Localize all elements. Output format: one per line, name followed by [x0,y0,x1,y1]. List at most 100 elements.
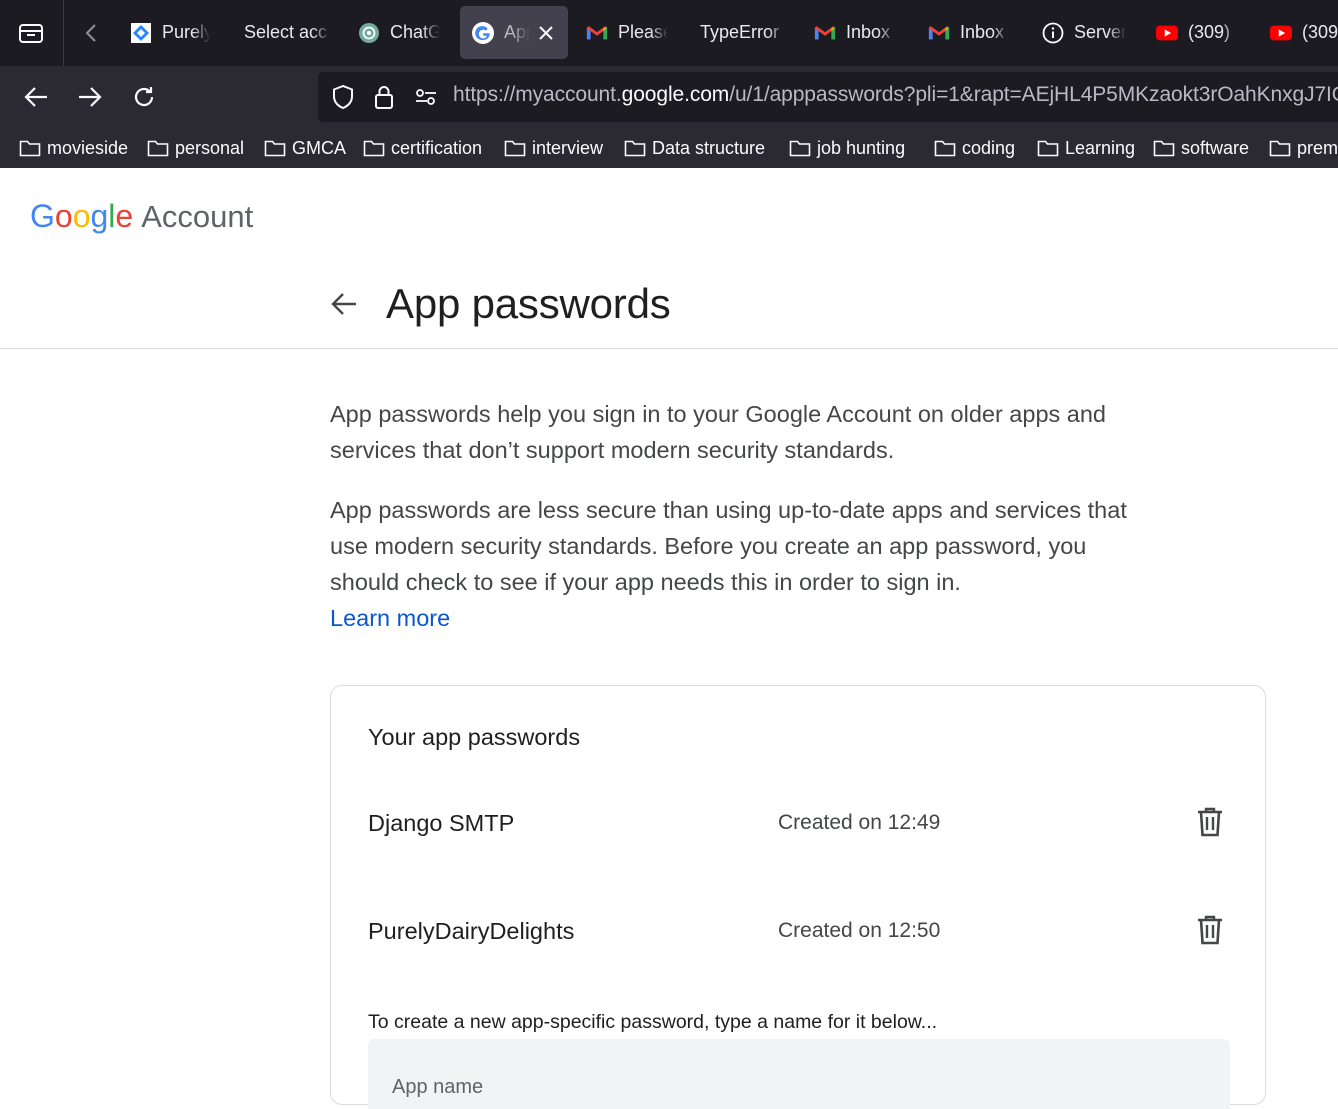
tab-title: Select acc [244,22,330,43]
app-password-created: Created on 12:49 [778,811,941,834]
trash-icon [1198,915,1222,945]
back-button[interactable] [18,79,54,115]
bookmark-folder[interactable]: certification [363,135,482,161]
url-path: /u/1/apppasswords?pli=1&rapt=AEjHL4P5MKz… [729,83,1338,106]
arrow-right-icon [79,87,102,107]
bookmark-folder[interactable]: software [1153,135,1249,161]
bookmarks-bar: movieside personal GMCA certification in… [0,128,1338,168]
folder-icon [19,140,41,157]
learn-more-link[interactable]: Learn more [330,605,450,631]
tab-1[interactable]: Select acc [232,6,344,59]
trash-icon [1198,807,1222,837]
tab-4[interactable]: Please [574,6,686,59]
gmail-icon [586,22,608,44]
tab-title: (309 [1302,22,1338,43]
folder-icon [504,140,526,157]
tab-0[interactable]: Purely [118,6,230,59]
tab-overview-button[interactable] [0,0,62,66]
bookmark-label: Learning [1065,137,1136,158]
bookmark-label: coding [962,137,1016,158]
google-wordmark: Google [30,198,133,235]
info-circle-icon [1042,22,1064,44]
bookmark-label: prem [1297,137,1338,158]
folder-icon [624,140,646,157]
google-g-icon [472,21,494,44]
tab-7[interactable]: Inbox [916,6,1028,59]
bookmark-label: job hunting [817,137,906,158]
page-content: Google Account App passwords App passwor… [0,168,1338,1109]
logo-letter: o [54,198,73,234]
tab-title: TypeError [700,22,786,43]
gmail-icon [928,22,950,44]
tab-10[interactable]: (309 [1258,6,1338,59]
delete-password-button[interactable] [1196,914,1224,946]
app-password-created: Created on 12:50 [778,919,941,942]
folder-icon [934,140,956,157]
intro-paragraph: App passwords help you sign in to your G… [330,401,1107,463]
bookmark-label: Data structure [652,137,766,158]
tab-overview-icon [19,24,43,43]
tab-6[interactable]: Inbox [802,6,914,59]
folder-icon [1037,140,1059,157]
browser-chrome: Purely Select acc ChatG App Please TypeE… [0,0,1338,168]
tab-title: Purely [162,22,210,43]
app-password-name: PurelyDairyDelights [368,918,575,944]
url-domain: google.com [621,83,730,106]
bookmark-folder[interactable]: personal [147,135,244,161]
bookmark-label: personal [175,137,245,158]
app-password-row: Django SMTP Created on 12:49 [368,804,1238,844]
reload-icon [134,87,154,107]
tab-8[interactable]: Server [1030,6,1142,59]
bookmark-folder[interactable]: job hunting [789,135,905,161]
tab-title: ChatG [390,22,440,43]
forward-button[interactable] [72,79,108,115]
back-arrow-icon[interactable] [330,290,358,318]
shield-icon[interactable] [330,84,356,110]
gmail-icon [814,22,836,44]
warning-paragraph: App passwords are less secure than using… [330,492,1150,636]
jira-blue-diamond-icon [130,22,152,44]
tab-9[interactable]: (309) [1144,6,1256,59]
tab-title: Please [618,22,668,43]
folder-icon [1269,140,1291,157]
lock-icon[interactable] [371,84,397,110]
folder-icon [147,140,169,157]
bookmark-label: GMCA [292,137,346,158]
bookmark-folder[interactable]: Learning [1037,135,1135,161]
card-title: Your app passwords [368,724,581,750]
tab-2[interactable]: ChatG [346,6,458,59]
google-account-logo[interactable]: Google Account [30,198,253,235]
delete-password-button[interactable] [1196,806,1224,838]
tab-5[interactable]: TypeError [688,6,800,59]
tab-title: Server [1074,22,1126,43]
permissions-icon[interactable] [413,84,439,110]
bookmark-folder[interactable]: Data structure [624,135,765,161]
bookmark-folder[interactable]: GMCA [264,135,346,161]
address-bar[interactable]: https://myaccount.google.com/u/1/apppass… [318,72,1338,122]
bookmark-folder[interactable]: interview [504,135,603,161]
app-passwords-card: Your app passwords Django SMTP Created o… [330,685,1266,1109]
tab-title: Inbox [846,22,896,43]
folder-icon [1153,140,1175,157]
scroll-tabs-left-button[interactable] [64,0,118,66]
bookmark-label: certification [391,137,483,158]
logo-letter: g [90,198,109,234]
close-icon [539,25,553,40]
app-password-row: PurelyDairyDelights Created on 12:50 [368,912,1238,952]
navigation-toolbar: https://myaccount.google.com/u/1/apppass… [0,66,1338,128]
url-text[interactable]: https://myaccount.google.com/u/1/apppass… [453,83,1338,107]
bookmark-folder[interactable]: movieside [19,135,128,161]
app-name-input[interactable] [368,1039,1230,1109]
tab-active[interactable]: App [460,6,568,59]
page-header: App passwords [0,268,1338,349]
folder-icon [789,140,811,157]
create-password-hint: To create a new app-specific password, t… [368,1011,938,1033]
logo-letter: e [115,198,134,234]
reload-button[interactable] [126,79,162,115]
bookmark-folder[interactable]: prem [1269,135,1338,161]
bookmark-label: software [1181,137,1250,158]
bookmark-folder[interactable]: coding [934,135,1015,161]
youtube-icon [1270,22,1292,44]
close-tab-button[interactable] [536,23,556,43]
tab-strip: Purely Select acc ChatG App Please TypeE… [0,0,1338,66]
